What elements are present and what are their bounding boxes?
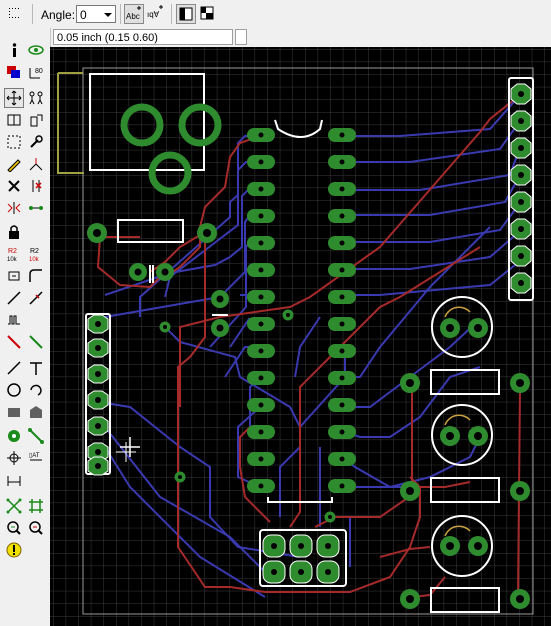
via-icon[interactable] <box>4 426 24 446</box>
lock-icon[interactable] <box>4 222 24 242</box>
angle-label: Angle: <box>41 8 76 22</box>
svg-text:10k: 10k <box>29 257 40 262</box>
value-icon[interactable]: R2 10k <box>26 244 46 264</box>
rect-icon[interactable] <box>4 402 24 422</box>
coordinate-display: 0.05 inch (0.15 0.60) <box>53 29 233 45</box>
toolbar-separator <box>171 4 172 24</box>
mirror-icon[interactable] <box>4 198 24 218</box>
paste-icon[interactable] <box>26 110 46 130</box>
arc-icon[interactable] <box>26 380 46 400</box>
text-direction-icon[interactable]: Abc <box>124 4 144 24</box>
delete-icon[interactable] <box>4 176 24 196</box>
drc-icon[interactable] <box>4 518 24 538</box>
select-icon[interactable] <box>4 132 24 152</box>
move-icon[interactable] <box>4 88 24 108</box>
split-view-icon[interactable] <box>198 4 218 24</box>
bottom-route-icon[interactable] <box>26 332 46 352</box>
info-icon[interactable] <box>4 40 24 60</box>
chevron-down-icon <box>104 13 112 17</box>
svg-text:80: 80 <box>35 68 43 75</box>
dotted-grid-icon[interactable] <box>8 7 22 21</box>
svg-text:Abc: Abc <box>126 12 140 21</box>
angle-value: 0 <box>80 8 87 22</box>
copy-icon[interactable] <box>4 110 24 130</box>
smash-icon[interactable] <box>4 266 24 286</box>
angle-select[interactable]: 0 <box>76 5 116 23</box>
wrench-icon[interactable] <box>26 132 46 152</box>
circle-icon[interactable] <box>4 380 24 400</box>
svg-text:▯AT: ▯AT <box>29 453 40 459</box>
toolbar: Angle: 0 Abc ıq∀ <box>0 0 551 29</box>
eye-icon[interactable] <box>26 40 46 60</box>
route-icon[interactable] <box>4 288 24 308</box>
top-route-icon[interactable] <box>4 332 24 352</box>
ripup-icon[interactable] <box>26 288 46 308</box>
optimize-icon[interactable] <box>26 198 46 218</box>
svg-text:R2: R2 <box>8 248 17 255</box>
crosshair-icon[interactable] <box>4 448 24 468</box>
toolbar-separator <box>32 4 33 24</box>
attribute-icon[interactable]: ▯AT <box>26 448 46 468</box>
auto-router-icon[interactable] <box>26 496 46 516</box>
tool-palette: 80 R2 10k R2 10k ▯AT <box>0 28 51 626</box>
erc-icon[interactable] <box>26 518 46 538</box>
svg-text:ıq∀: ıq∀ <box>147 10 160 19</box>
mark-icon[interactable]: 80 <box>26 62 46 82</box>
pencil-icon[interactable] <box>4 154 24 174</box>
board-drawing <box>50 47 551 626</box>
command-line[interactable] <box>235 29 247 45</box>
toolbar-separator <box>120 4 121 24</box>
coordinate-bar: 0.05 inch (0.15 0.60) <box>50 28 551 48</box>
name-icon[interactable]: R2 10k <box>4 244 24 264</box>
svg-text:10k: 10k <box>7 257 18 262</box>
hole-icon[interactable] <box>26 426 46 446</box>
add-icon[interactable] <box>26 176 46 196</box>
signal-icon[interactable] <box>4 310 24 330</box>
errors-icon[interactable] <box>4 540 24 560</box>
wire-icon[interactable] <box>4 358 24 378</box>
layers-icon[interactable] <box>4 62 24 82</box>
layout-view-icon[interactable] <box>176 4 196 24</box>
polygon-icon[interactable] <box>26 402 46 422</box>
text-icon[interactable] <box>26 358 46 378</box>
ratsnest-icon[interactable] <box>4 496 24 516</box>
dimension-icon[interactable] <box>4 470 24 490</box>
group-icon[interactable] <box>26 88 46 108</box>
mirror-text-icon[interactable]: ıq∀ <box>146 4 166 24</box>
pcb-canvas[interactable] <box>50 47 551 626</box>
svg-text:R2: R2 <box>30 248 39 255</box>
split-icon[interactable] <box>26 154 46 174</box>
miter-icon[interactable] <box>26 266 46 286</box>
